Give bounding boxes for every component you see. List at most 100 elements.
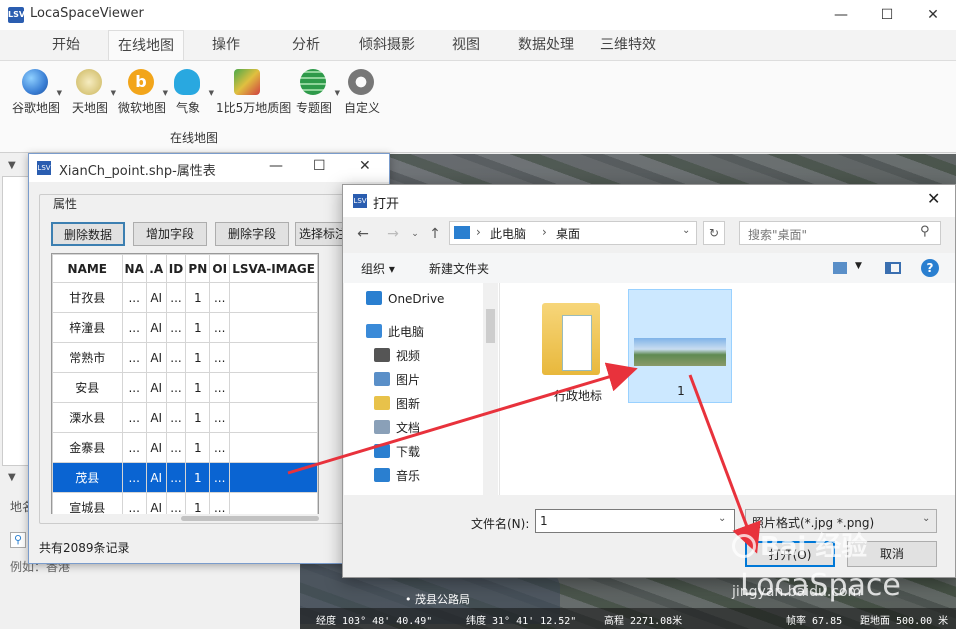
tab-view[interactable]: 视图 <box>440 30 492 60</box>
table-cell: ... <box>121 492 147 514</box>
file-item-folder[interactable]: 行政地标 <box>526 293 630 407</box>
column-header[interactable]: NAME <box>52 254 123 283</box>
minimize-button[interactable]: — <box>818 0 864 30</box>
close-button[interactable]: ✕ <box>910 0 956 30</box>
forward-arrow-icon[interactable]: → <box>383 223 403 245</box>
tab-operate[interactable]: 操作 <box>198 30 254 60</box>
table-cell: 1 <box>185 372 211 403</box>
chevron-down-icon[interactable]: ▼ <box>855 261 862 271</box>
nav-item[interactable]: 视频 <box>374 347 420 371</box>
tab-oblique-photo[interactable]: 倾斜摄影 <box>350 30 424 60</box>
video-icon <box>374 348 390 362</box>
nav-item[interactable]: 音乐 <box>374 467 420 491</box>
table-cell: ... <box>209 492 231 514</box>
filename-input[interactable]: 1 ⌄ <box>535 509 735 533</box>
search-input[interactable]: 搜索"桌面" ⚲ <box>739 221 941 245</box>
attribute-grid[interactable]: NAME NA .A ID PN OI LSVA-IMAGE 甘孜县... AI.… <box>51 253 319 515</box>
tab-analysis[interactable]: 分析 <box>278 30 334 60</box>
table-cell: ... <box>165 342 187 373</box>
navigation-scrollbar[interactable] <box>483 283 498 495</box>
custom-button[interactable]: 自定义 <box>336 67 388 119</box>
table-cell: AI <box>145 282 167 313</box>
address-bar[interactable]: › 此电脑 › 桌面 ⌄ <box>449 221 697 245</box>
table-cell: ... <box>209 312 231 343</box>
maximize-button[interactable]: ☐ <box>313 158 326 174</box>
table-row[interactable]: 金寨县... AI... 1... <box>52 432 318 463</box>
document-preview <box>562 315 592 371</box>
maximize-button[interactable]: ☐ <box>864 0 910 30</box>
up-arrow-icon[interactable]: ↑ <box>425 223 445 245</box>
table-row[interactable]: 常熟市... AI... 1... <box>52 342 318 373</box>
nav-item[interactable]: 下载 <box>374 443 420 467</box>
tab-data-processing[interactable]: 数据处理 <box>508 30 584 60</box>
geology-map-button[interactable]: 1比5万地质图 <box>216 67 291 119</box>
location-pin-icon[interactable]: ⚲ <box>10 532 26 548</box>
horizontal-scrollbar[interactable] <box>51 514 319 523</box>
nav-item[interactable]: 图新 <box>374 395 420 419</box>
table-row[interactable]: 宣城县... AI... 1... <box>52 492 318 514</box>
scrollbar-thumb[interactable] <box>181 516 319 521</box>
filename-value: 1 <box>540 514 548 528</box>
close-button[interactable]: ✕ <box>359 158 371 174</box>
column-header[interactable]: .A <box>145 254 167 283</box>
tianditu-button[interactable]: ▼ 天地图 <box>64 67 116 119</box>
new-folder-button[interactable]: 新建文件夹 <box>429 260 489 277</box>
table-cell: ... <box>209 402 231 433</box>
table-cell: ... <box>209 342 231 373</box>
weather-button[interactable]: ▼ 气象 <box>162 67 214 119</box>
organize-menu[interactable]: 组织 ▾ <box>361 260 395 277</box>
add-field-button[interactable]: 增加字段 <box>133 222 207 246</box>
table-cell <box>229 462 318 493</box>
nav-item[interactable]: OneDrive <box>366 291 444 315</box>
chevron-down-icon[interactable]: ⌄ <box>922 513 930 524</box>
table-cell: ... <box>165 492 187 514</box>
nav-item[interactable]: 文档 <box>374 419 420 443</box>
table-cell: ... <box>121 282 147 313</box>
table-cell: 甘孜县 <box>52 282 123 313</box>
table-row[interactable]: 梓潼县... AI... 1... <box>52 312 318 343</box>
recent-dropdown-icon[interactable]: ⌄ <box>405 223 425 245</box>
bing-icon: b <box>128 69 154 95</box>
preview-pane-icon[interactable] <box>885 262 901 274</box>
back-arrow-icon[interactable]: ← <box>353 223 373 245</box>
table-cell: 安县 <box>52 372 123 403</box>
table-row[interactable]: 茂县... AI... 1... <box>52 462 318 493</box>
tab-start[interactable]: 开始 <box>40 30 92 60</box>
table-cell: ... <box>209 282 231 313</box>
app-logo-icon: LSV <box>353 194 367 208</box>
table-cell: AI <box>145 432 167 463</box>
help-icon[interactable]: ? <box>921 259 939 277</box>
close-icon[interactable]: ✕ <box>927 189 940 208</box>
column-header[interactable]: ID <box>165 254 187 283</box>
table-cell: AI <box>145 402 167 433</box>
delete-field-button[interactable]: 删除字段 <box>215 222 289 246</box>
table-row[interactable]: 安县... AI... 1... <box>52 372 318 403</box>
file-item-image[interactable]: 1 <box>628 289 732 403</box>
refresh-button[interactable]: ↻ <box>703 221 725 245</box>
breadcrumb-item[interactable]: 此电脑 <box>490 225 526 242</box>
column-header[interactable]: NA <box>121 254 147 283</box>
column-header[interactable]: LSVA-IMAGE <box>229 254 318 283</box>
nav-item-label: 下载 <box>396 445 421 459</box>
tab-online-map[interactable]: 在线地图 <box>108 30 184 60</box>
nav-item[interactable]: 图片 <box>374 371 420 395</box>
map-place-label: • 茂县公路局 <box>405 593 470 606</box>
table-cell: 1 <box>185 492 211 514</box>
table-row[interactable]: 溧水县... AI... 1... <box>52 402 318 433</box>
breadcrumb-item[interactable]: 桌面 <box>556 225 580 242</box>
nav-item[interactable]: 此电脑 <box>366 323 424 347</box>
tab-3d-effects[interactable]: 三维特效 <box>590 30 666 60</box>
minimize-button[interactable]: — <box>269 158 283 174</box>
chevron-down-icon[interactable]: ⌄ <box>718 513 726 524</box>
table-row[interactable]: 甘孜县... AI... 1... <box>52 282 318 313</box>
map-place-name: 茂县公路局 <box>415 593 470 606</box>
column-header[interactable]: PN <box>185 254 211 283</box>
weather-cloud-icon <box>174 69 200 95</box>
scrollbar-thumb[interactable] <box>486 309 495 343</box>
chevron-down-icon[interactable]: ⌄ <box>682 225 690 236</box>
delete-data-button[interactable]: 删除数据 <box>51 222 125 246</box>
view-icon[interactable] <box>833 262 847 274</box>
google-map-button[interactable]: ▼ 谷歌地图 <box>10 67 62 119</box>
pictures-icon <box>374 372 390 386</box>
column-header[interactable]: OI <box>209 254 231 283</box>
